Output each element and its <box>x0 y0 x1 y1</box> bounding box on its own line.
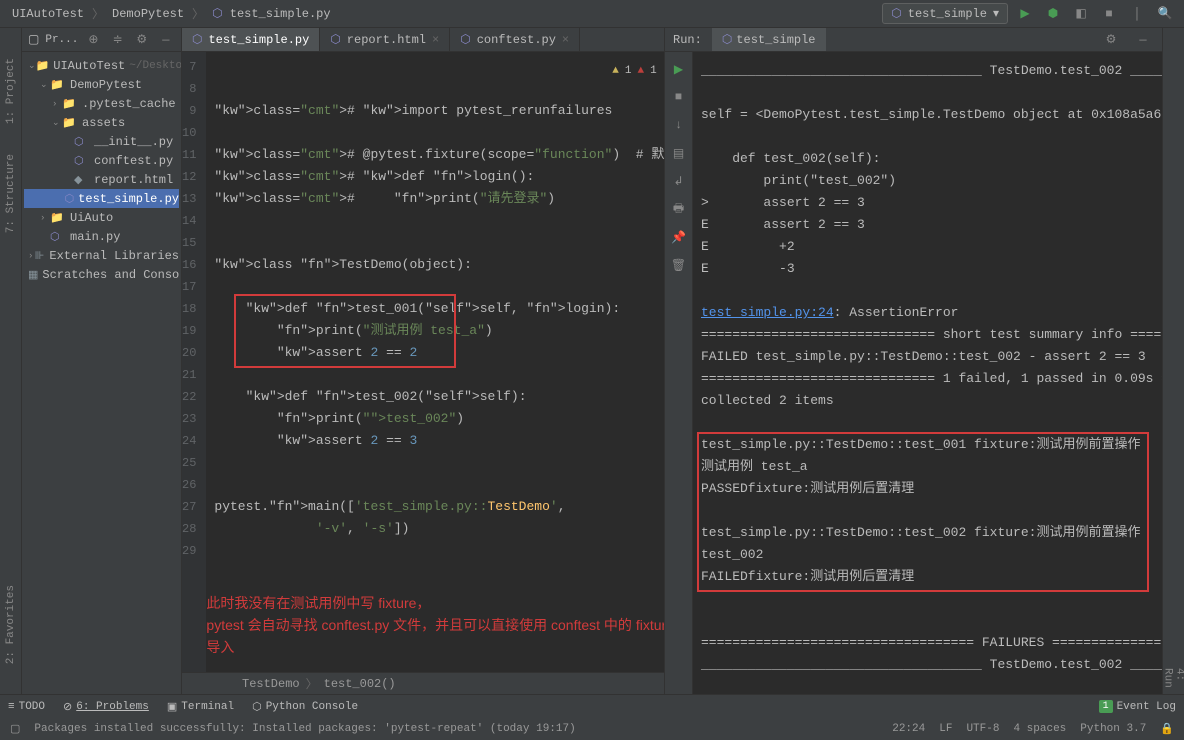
breadcrumb-item[interactable]: DemoPytest <box>108 5 188 23</box>
gear-icon[interactable]: ⚙ <box>1100 29 1122 51</box>
status-bar: ▢ Packages installed successfully: Insta… <box>0 718 1184 740</box>
python-icon: ⬡ <box>722 32 732 47</box>
run-button[interactable]: ▶ <box>1014 3 1036 25</box>
vcs-button[interactable]: │ <box>1126 3 1148 25</box>
tree-node[interactable]: ›📁.pytest_cache <box>24 94 179 113</box>
py-icon: ⬡ <box>74 135 90 149</box>
tree-node[interactable]: ⌄📁DemoPytest <box>24 75 179 94</box>
pin-icon[interactable]: 📌 <box>668 226 690 248</box>
html-icon: ◆ <box>74 173 90 187</box>
editor-breadcrumb[interactable]: TestDemo 〉 test_002() <box>182 672 664 694</box>
event-log-button[interactable]: 1 Event Log <box>1099 700 1176 713</box>
rerun-button[interactable]: ▶ <box>668 58 690 80</box>
breadcrumb-item[interactable]: UIAutoTest <box>8 5 88 23</box>
tree-node[interactable]: ›⊪External Libraries <box>24 246 179 265</box>
coverage-button[interactable]: ◧ <box>1070 3 1092 25</box>
code-editor[interactable]: ▲1 ▲1 ✔3 ⌃ ⋮ "kw">class="cmt"># "kw">imp… <box>206 52 664 672</box>
terminal-button[interactable]: ▣ Terminal <box>167 700 234 714</box>
tree-node[interactable]: ⬡__init__.py <box>24 132 179 151</box>
top-navbar: UIAutoTest 〉 DemoPytest 〉 ⬡ test_simple.… <box>0 0 1184 28</box>
search-button[interactable]: 🔍 <box>1154 3 1176 25</box>
tree-node[interactable]: ⬡main.py <box>24 227 179 246</box>
gear-icon[interactable]: ⚙ <box>133 29 151 51</box>
stop-run-button[interactable]: ■ <box>668 86 690 108</box>
hide-icon[interactable]: — <box>1132 29 1154 51</box>
close-icon[interactable]: × <box>562 33 569 47</box>
run-config-selector[interactable]: ⬡ test_simple ▾ <box>882 3 1008 24</box>
project-panel: ▢ Pr... ⊕ ≑ ⚙ — ⌄📁UIAutoTest~/Deskto⌄📁De… <box>22 28 182 694</box>
chevron-right-icon: 〉 <box>192 5 204 22</box>
breadcrumb: UIAutoTest 〉 DemoPytest 〉 ⬡ test_simple.… <box>8 4 882 23</box>
favorites-tool-button[interactable]: 2: Favorites <box>5 585 17 664</box>
tree-node[interactable]: ⬡conftest.py <box>24 151 179 170</box>
run-toolbar: ▶ ■ ↓ ▤ ↲ 🖶 📌 🗑 <box>665 52 693 694</box>
stop-button[interactable]: ■ <box>1098 3 1120 25</box>
line-separator[interactable]: LF <box>939 723 952 735</box>
bottom-tool-bar: ≡ TODO ⊘ 6: Problems ▣ Terminal ⬡ Python… <box>0 694 1184 718</box>
encoding[interactable]: UTF-8 <box>966 723 999 735</box>
line-gutter[interactable]: 7891011121314151617181920212223242526272… <box>182 52 206 672</box>
left-tool-rail: 1: Project 7: Structure 2: Favorites <box>0 28 22 694</box>
expand-icon[interactable]: ≑ <box>109 29 127 51</box>
package-icon: ▢ <box>10 722 20 736</box>
folder-icon: 📁 <box>50 211 66 225</box>
lib-icon: ⊪ <box>35 249 46 263</box>
lock-icon[interactable]: 🔒 <box>1160 722 1174 736</box>
project-tool-button[interactable]: 1: Project <box>5 58 17 124</box>
py-icon: ⬡ <box>460 32 470 47</box>
target-icon[interactable]: ⊕ <box>84 29 102 51</box>
breadcrumb-item[interactable]: ⬡ test_simple.py <box>208 4 335 23</box>
inspection-indicators[interactable]: ▲1 ▲1 ✔3 ⌃ ⋮ <box>612 60 664 82</box>
problems-button[interactable]: ⊘ 6: Problems <box>63 700 149 714</box>
close-icon[interactable]: × <box>432 33 439 47</box>
folder-icon: 📁 <box>62 116 78 130</box>
tree-node[interactable]: ▦Scratches and Conso <box>24 265 179 284</box>
python-icon: ⬡ <box>891 6 901 21</box>
right-tool-rail: 4: Run <box>1162 28 1184 694</box>
py-icon: ⬡ <box>192 32 202 47</box>
interpreter[interactable]: Python 3.7 <box>1080 723 1146 735</box>
todo-button[interactable]: ≡ TODO <box>8 701 45 713</box>
html-icon: ⬡ <box>330 32 340 47</box>
wrap-icon[interactable]: ↲ <box>668 170 690 192</box>
py-icon: ⬡ <box>74 154 90 168</box>
tree-node[interactable]: ◆report.html <box>24 170 179 189</box>
editor-tab[interactable]: ⬡conftest.py× <box>450 28 580 51</box>
project-tree[interactable]: ⌄📁UIAutoTest~/Deskto⌄📁DemoPytest›📁.pytes… <box>22 52 181 694</box>
editor-tabs: ⬡test_simple.py⬡report.html×⬡conftest.py… <box>182 28 664 52</box>
tree-node[interactable]: ›📁UiAuto <box>24 208 179 227</box>
structure-tool-button[interactable]: 7: Structure <box>5 154 17 233</box>
panel-title: Pr... <box>45 34 78 46</box>
run-tool-button[interactable]: 4: Run <box>1162 668 1184 694</box>
folder-icon: 📁 <box>50 78 66 92</box>
scratch-icon: ▦ <box>28 268 38 282</box>
step-icon[interactable]: ↓ <box>668 114 690 136</box>
status-message: Packages installed successfully: Install… <box>34 723 878 735</box>
run-tool-header: Run: ⬡ test_simple ⚙ — <box>665 28 1162 52</box>
python-console-button[interactable]: ⬡ Python Console <box>252 700 358 714</box>
editor-tab[interactable]: ⬡test_simple.py <box>182 28 320 51</box>
run-title: Run: <box>673 33 702 47</box>
hide-icon[interactable]: — <box>157 29 175 51</box>
folder-icon: ▢ <box>28 32 39 47</box>
py-icon: ⬡ <box>50 230 66 244</box>
trash-icon[interactable]: 🗑 <box>668 254 690 276</box>
debug-button[interactable]: ⬢ <box>1042 3 1064 25</box>
run-output[interactable]: ____________________________________ Tes… <box>693 52 1162 694</box>
chevron-right-icon: 〉 <box>92 5 104 22</box>
py-icon: ⬡ <box>65 192 75 206</box>
folder-icon: 📁 <box>62 97 78 111</box>
folder-icon: 📁 <box>36 59 50 73</box>
tree-node[interactable]: ⌄📁assets <box>24 113 179 132</box>
tree-node[interactable]: ⌄📁UIAutoTest~/Deskto <box>24 56 179 75</box>
layout-icon[interactable]: ▤ <box>668 142 690 164</box>
print-icon[interactable]: 🖶 <box>668 198 690 220</box>
tree-node[interactable]: ⬡test_simple.py <box>24 189 179 208</box>
caret-position[interactable]: 22:24 <box>892 723 925 735</box>
chevron-down-icon: ▾ <box>993 6 999 21</box>
run-tab[interactable]: ⬡ test_simple <box>712 28 826 51</box>
indent[interactable]: 4 spaces <box>1013 723 1066 735</box>
editor-tab[interactable]: ⬡report.html× <box>320 28 450 51</box>
